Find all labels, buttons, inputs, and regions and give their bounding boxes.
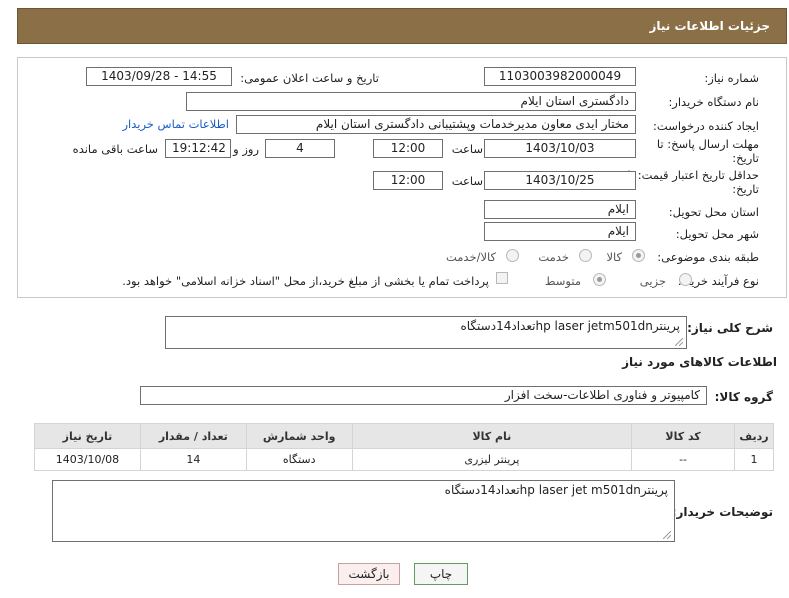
deadline-hour-label: ساعت xyxy=(451,142,483,156)
need-number-label: شماره نیاز: xyxy=(704,71,759,85)
table-row: 1403/10/08 14 دستگاه پرینتر لیزری -- 1 xyxy=(34,448,775,471)
category-goods-service-radio[interactable] xyxy=(506,249,519,262)
category-label: طبقه بندی موضوعی: xyxy=(657,250,759,264)
resize-grip-icon[interactable] xyxy=(675,338,683,346)
announce-datetime-label: تاریخ و ساعت اعلان عمومی: xyxy=(240,71,379,85)
buyer-notes-label: توضیحات خریدار: xyxy=(671,505,773,519)
goods-table: تاریخ نیاز تعداد / مقدار واحد شمارش نام … xyxy=(34,423,775,471)
delivery-province-field: ایلام xyxy=(484,200,636,219)
col-need-date: تاریخ نیاز xyxy=(34,423,141,449)
buyer-notes-field: پرینترhp laser jet m501dnتعداد14دستگاه xyxy=(52,480,675,542)
time-remaining-field: 19:12:42 xyxy=(165,139,231,158)
goods-group-label: گروه کالا: xyxy=(714,390,773,404)
page-title: جزئیات اطلاعات نیاز xyxy=(649,19,770,33)
back-button[interactable]: بازگشت xyxy=(338,563,400,585)
col-quantity: تعداد / مقدار xyxy=(139,423,247,449)
process-medium-radio[interactable] xyxy=(593,273,606,286)
page-header: جزئیات اطلاعات نیاز xyxy=(17,8,787,44)
print-button[interactable]: چاپ xyxy=(414,563,468,585)
price-validity-label: حداقل تاریخ اعتبار قیمت: تا xyxy=(627,168,759,182)
cell-unit: دستگاه xyxy=(245,448,353,471)
cell-code: -- xyxy=(631,448,735,471)
col-code: کد کالا xyxy=(631,423,735,449)
col-name: نام کالا xyxy=(351,423,633,449)
delivery-city-label: شهر محل تحویل: xyxy=(675,227,759,241)
goods-group-field: کامپیوتر و فناوری اطلاعات-سخت افزار xyxy=(140,386,707,405)
category-goods-service-label: کالا/خدمت xyxy=(445,250,496,264)
buyer-contact-link[interactable]: اطلاعات تماس خریدار xyxy=(122,117,229,131)
buyer-org-field: دادگستری استان ایلام xyxy=(186,92,636,111)
need-number-field: 1103003982000049 xyxy=(484,67,636,86)
cell-name: پرینتر لیزری xyxy=(351,448,633,471)
price-validity-time-field: 12:00 xyxy=(373,171,443,190)
treasury-payment-note: پرداخت تمام یا بخشی از مبلغ خرید،از محل … xyxy=(122,274,489,288)
buyer-notes-text: پرینترhp laser jet m501dnتعداد14دستگاه xyxy=(444,483,668,497)
need-summary-text: پرینترhp laser jetm501dnتعداد14دستگاه xyxy=(460,319,680,333)
process-minor-label: جزیی xyxy=(639,274,666,288)
creator-field: مختار ایدی معاون مدیرخدمات وپشتیبانی داد… xyxy=(236,115,636,134)
cell-need-date: 1403/10/08 xyxy=(34,448,141,471)
time-remaining-label: ساعت باقی مانده xyxy=(72,142,158,156)
cell-quantity: 14 xyxy=(139,448,247,471)
deadline-time-field: 12:00 xyxy=(373,139,443,158)
deadline-date-label: تاریخ: xyxy=(732,151,759,165)
category-goods-label: کالا xyxy=(606,250,622,264)
creator-label: ایجاد کننده درخواست: xyxy=(653,119,759,133)
announce-datetime-field: 1403/09/28 - 14:55 xyxy=(86,67,232,86)
category-goods-radio[interactable] xyxy=(632,249,645,262)
category-service-label: خدمت xyxy=(538,250,569,264)
goods-table-header: تاریخ نیاز تعداد / مقدار واحد شمارش نام … xyxy=(34,423,775,449)
cell-row: 1 xyxy=(733,448,775,471)
process-medium-label: متوسط xyxy=(544,274,581,288)
goods-section-title: اطلاعات کالاهای مورد نیاز xyxy=(622,355,777,369)
price-validity-date-label: تاریخ: xyxy=(732,182,759,196)
col-row: ردیف xyxy=(733,423,775,449)
days-remaining-field: 4 xyxy=(265,139,335,158)
category-service-radio[interactable] xyxy=(579,249,592,262)
process-minor-radio[interactable] xyxy=(679,273,692,286)
buyer-org-label: نام دستگاه خریدار: xyxy=(668,95,759,109)
price-validity-hour-label: ساعت xyxy=(451,174,483,188)
resize-grip-icon[interactable] xyxy=(663,531,671,539)
deadline-label: مهلت ارسال پاسخ: تا xyxy=(656,137,759,151)
need-summary-field: پرینترhp laser jetm501dnتعداد14دستگاه xyxy=(165,316,687,349)
delivery-province-label: استان محل تحویل: xyxy=(668,205,759,219)
need-details-panel: شماره نیاز: 1103003982000049 تاریخ و ساع… xyxy=(17,57,787,298)
price-validity-date-field: 1403/10/25 xyxy=(484,171,636,190)
days-label: روز و xyxy=(233,142,259,156)
need-summary-label: شرح کلی نیاز: xyxy=(687,321,773,335)
deadline-date-field: 1403/10/03 xyxy=(484,139,636,158)
treasury-payment-checkbox[interactable] xyxy=(496,272,508,284)
delivery-city-field: ایلام xyxy=(484,222,636,241)
col-unit: واحد شمارش xyxy=(245,423,353,449)
